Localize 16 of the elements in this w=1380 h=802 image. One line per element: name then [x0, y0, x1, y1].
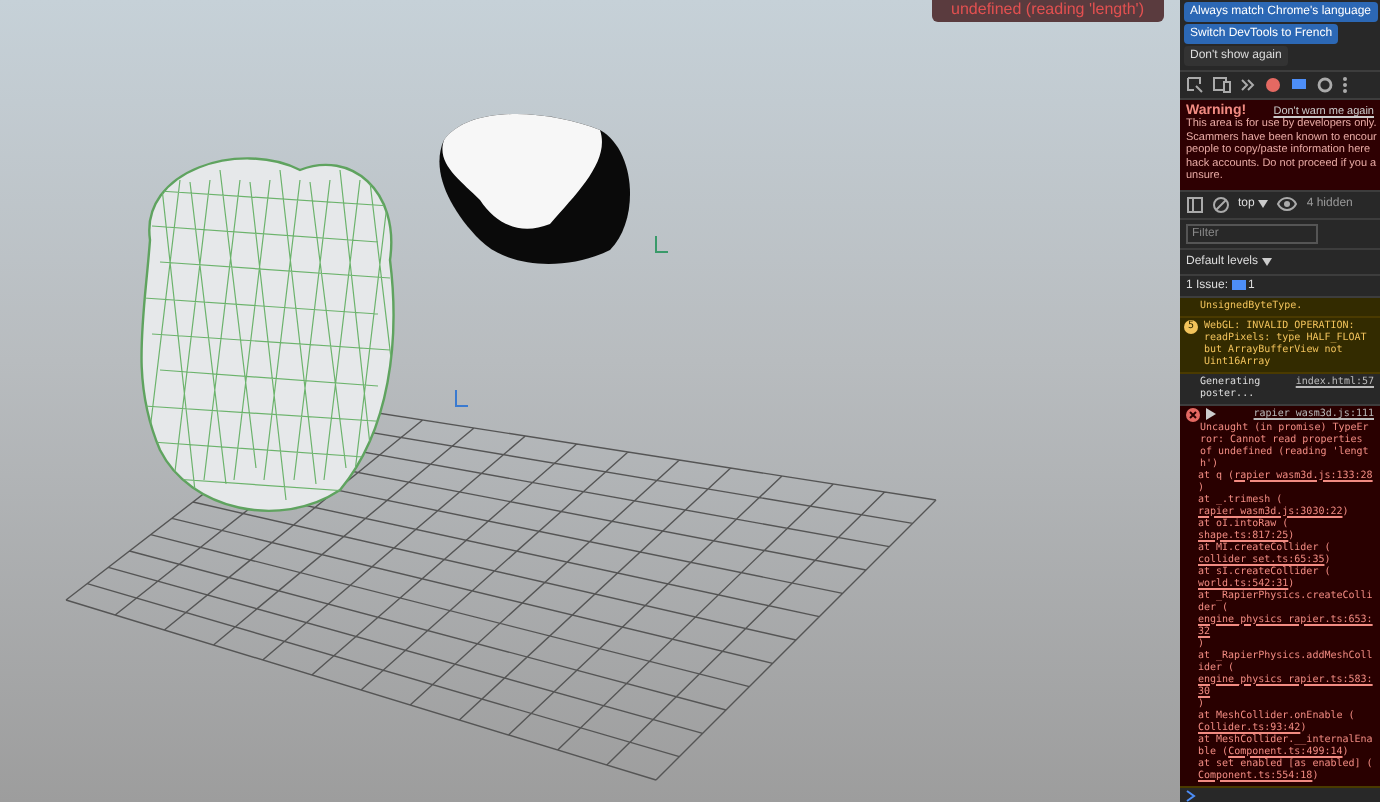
sidebar-icon[interactable]: [1186, 195, 1204, 213]
settings-icon[interactable]: [1316, 76, 1334, 94]
caret-icon: [1258, 200, 1269, 208]
caret-icon: [1262, 257, 1273, 265]
prompt-icon: [1186, 789, 1196, 801]
clear-icon[interactable]: [1212, 195, 1230, 213]
eye-icon[interactable]: [1276, 196, 1299, 212]
more-icon[interactable]: [1342, 76, 1348, 94]
inspect-icon[interactable]: [1186, 76, 1204, 94]
expand-icon[interactable]: [1206, 408, 1216, 420]
chevrons-icon[interactable]: [1240, 76, 1256, 94]
error-toast: undefined (reading 'length'): [931, 0, 1164, 22]
error-count-icon[interactable]: [1264, 76, 1282, 94]
issue-count-icon[interactable]: [1290, 76, 1308, 94]
device-icon[interactable]: [1212, 76, 1232, 94]
issue-icon: [1232, 279, 1247, 291]
